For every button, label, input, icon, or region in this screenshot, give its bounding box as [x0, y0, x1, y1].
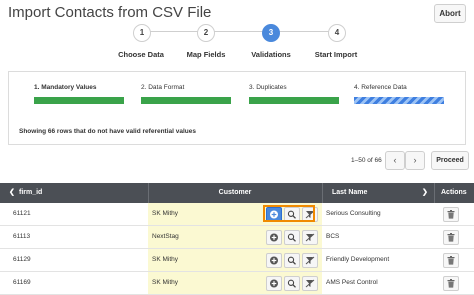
highlighted-actions-frame [263, 205, 315, 222]
validation-panel: 1. Mandatory Values 2. Data Format 3. Du… [8, 71, 466, 145]
add-reference-button[interactable] [266, 276, 282, 291]
delete-row-button[interactable] [443, 276, 459, 291]
column-header-last-name[interactable]: Last Name [332, 183, 367, 203]
prev-page-button[interactable]: ‹ [385, 151, 405, 170]
lookup-button[interactable] [284, 253, 300, 268]
no-filter-icon [305, 256, 315, 265]
column-divider [322, 183, 323, 203]
trash-icon [447, 256, 455, 265]
category-mandatory-label: 1. Mandatory Values [34, 84, 97, 91]
customer-value[interactable]: SK Mithy [152, 249, 178, 271]
plus-circle-icon [270, 256, 278, 265]
clear-filter-button[interactable] [302, 253, 318, 268]
category-duplicates-label: 3. Duplicates [249, 84, 287, 91]
search-icon [287, 233, 296, 242]
search-icon [287, 256, 296, 265]
data-format-progress-bar [141, 97, 231, 104]
clear-filter-button[interactable] [302, 276, 318, 291]
step-4-circle[interactable]: 4 [328, 24, 346, 42]
firm-id-cell: 61129 [13, 256, 31, 263]
last-name-cell: AMS Pest Control [326, 279, 378, 286]
chevron-left-icon: ‹ [393, 155, 397, 165]
step-connector [214, 31, 265, 32]
paging-range: 1–50 of 66 [351, 157, 382, 164]
category-reference-label: 4. Reference Data [354, 84, 407, 91]
duplicates-progress-bar [249, 97, 339, 104]
customer-value[interactable]: SK Mithy [152, 203, 178, 225]
scroll-left-icon[interactable]: ❮ [9, 183, 15, 203]
delete-row-button[interactable] [443, 253, 459, 268]
last-name-cell: BCS [326, 233, 340, 240]
mandatory-progress-bar [34, 97, 124, 104]
firm-id-cell: 61113 [13, 233, 31, 240]
trash-icon [447, 210, 455, 219]
customer-value[interactable]: NextStag [152, 226, 179, 248]
column-divider [434, 183, 435, 203]
column-header-customer[interactable]: Customer [148, 183, 322, 203]
add-reference-button[interactable] [266, 253, 282, 268]
category-data-format-label: 2. Data Format [141, 84, 185, 91]
step-4-label: Start Import [314, 50, 358, 59]
next-page-button[interactable]: › [405, 151, 425, 170]
step-connector [150, 31, 200, 32]
table-row: 61169 SK Mithy AMS Pest Control [0, 272, 474, 295]
plus-circle-icon [270, 233, 278, 242]
firm-id-cell: 61169 [13, 279, 31, 286]
scroll-right-icon[interactable]: ❯ [422, 183, 428, 203]
step-3-circle[interactable]: 3 [262, 24, 280, 42]
lookup-button[interactable] [284, 276, 300, 291]
step-2-circle[interactable]: 2 [197, 24, 215, 42]
last-name-cell: Serious Consulting [326, 210, 381, 217]
table-header: ❮ firm_id Customer Last Name ❯ Actions [0, 183, 474, 203]
clear-filter-button[interactable] [302, 230, 318, 245]
column-header-actions: Actions [441, 189, 467, 196]
customer-value[interactable]: SK Mithy [152, 272, 178, 294]
validation-message: Showing 66 rows that do not have valid r… [19, 128, 196, 135]
page-title: Import Contacts from CSV File [8, 4, 212, 21]
delete-row-button[interactable] [443, 207, 459, 222]
lookup-button[interactable] [284, 230, 300, 245]
add-reference-button[interactable] [266, 230, 282, 245]
proceed-button[interactable]: Proceed [431, 151, 469, 170]
table-row: 61129 SK Mithy Friendly Development [0, 249, 474, 272]
trash-icon [447, 233, 455, 242]
step-1-circle[interactable]: 1 [133, 24, 151, 42]
step-connector [279, 31, 330, 32]
firm-id-cell: 61121 [13, 210, 31, 217]
chevron-right-icon: › [413, 155, 417, 165]
column-header-firm-id[interactable]: firm_id [19, 183, 42, 203]
table-row: 61113 NextStag BCS [0, 226, 474, 249]
reference-progress-bar [354, 97, 444, 104]
abort-button[interactable]: Abort [434, 4, 466, 23]
no-filter-icon [305, 233, 315, 242]
table-row: 61121 SK Mithy Serious Consulting [0, 203, 474, 226]
delete-row-button[interactable] [443, 230, 459, 245]
last-name-cell: Friendly Development [326, 256, 390, 263]
